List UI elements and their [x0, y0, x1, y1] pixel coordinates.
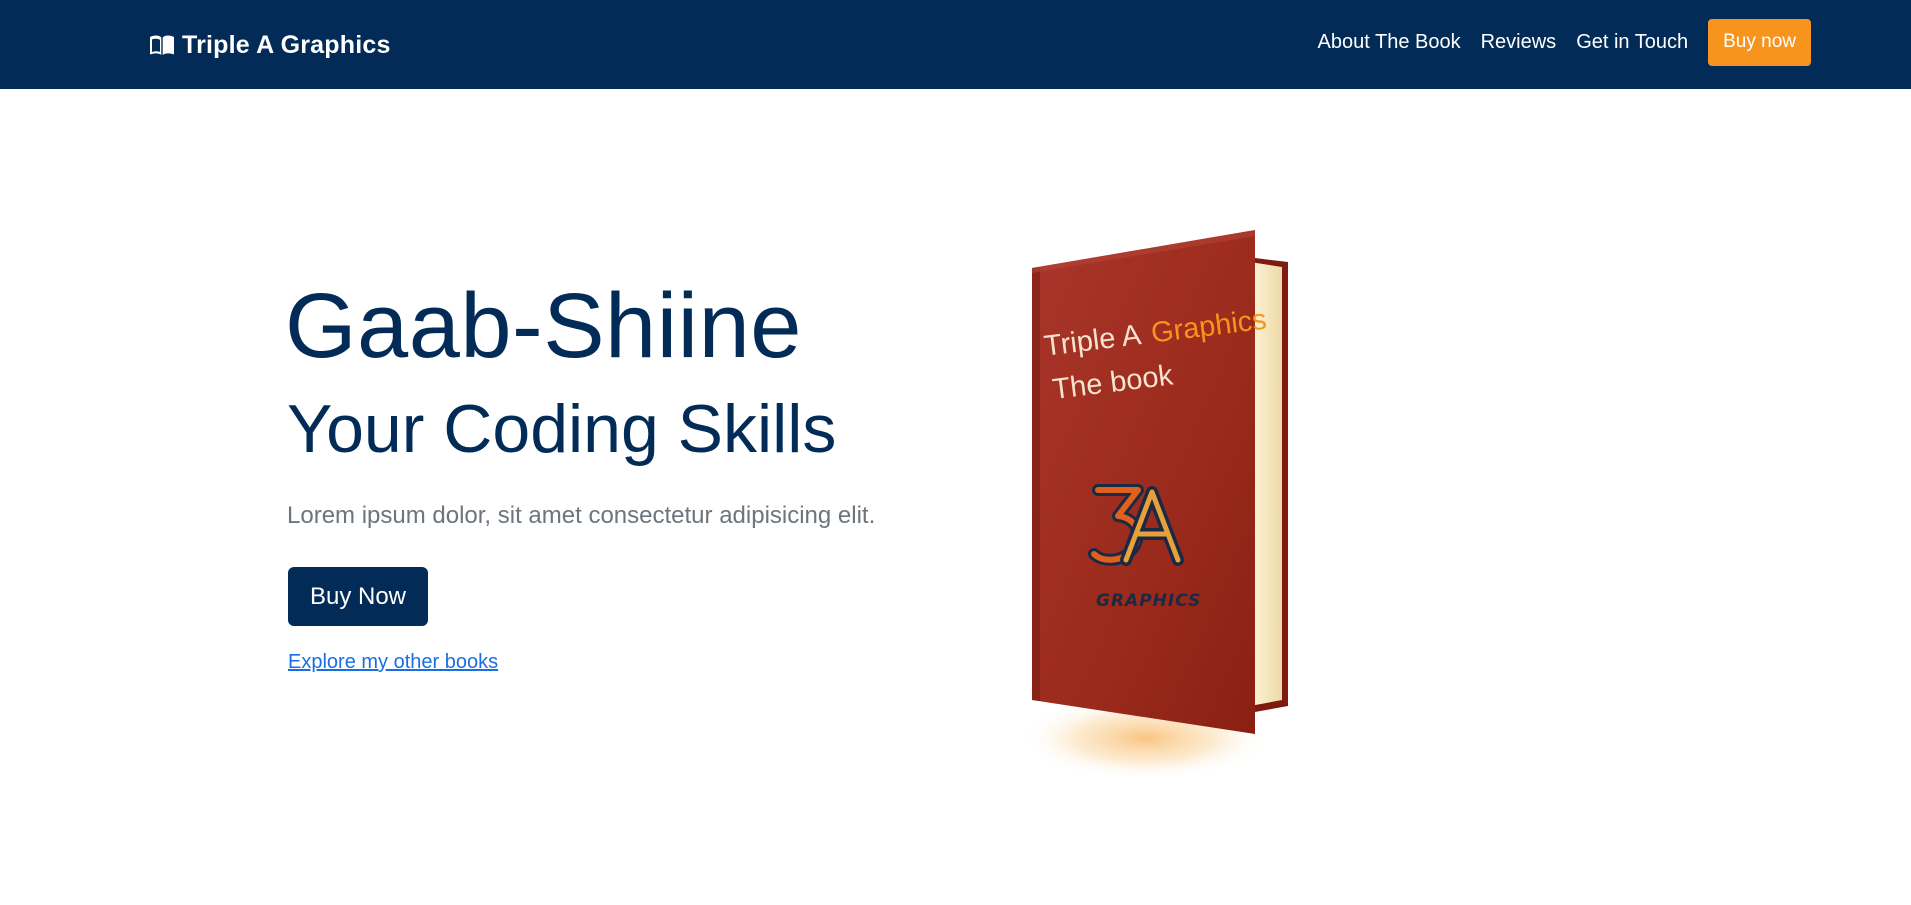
- brand-name: Triple A Graphics: [182, 30, 391, 59]
- nav-contact-link[interactable]: Get in Touch: [1576, 31, 1688, 54]
- nav-links: About The Book Reviews Get in Touch Buy …: [1298, 18, 1811, 66]
- hero-title: Gaab-Shiine: [285, 275, 802, 377]
- hero-subtitle: Your Coding Skills: [287, 391, 837, 467]
- brand-link[interactable]: Triple A Graphics: [148, 28, 391, 62]
- navbar: Triple A Graphics About The Book Reviews…: [0, 0, 1911, 89]
- book-open-icon: [150, 35, 174, 55]
- hero-lead-text: Lorem ipsum dolor, sit amet consectetur …: [287, 502, 876, 529]
- book-cover-image: Triple A Graphics The book GRAPHICS: [1010, 220, 1320, 790]
- nav-about-link[interactable]: About The Book: [1318, 31, 1461, 54]
- hero-buy-button[interactable]: Buy Now: [288, 567, 428, 626]
- nav-buy-button[interactable]: Buy now: [1708, 18, 1811, 66]
- logo-wordmark: GRAPHICS: [1096, 591, 1201, 611]
- nav-reviews-link[interactable]: Reviews: [1481, 31, 1557, 54]
- explore-books-link[interactable]: Explore my other books: [288, 651, 498, 674]
